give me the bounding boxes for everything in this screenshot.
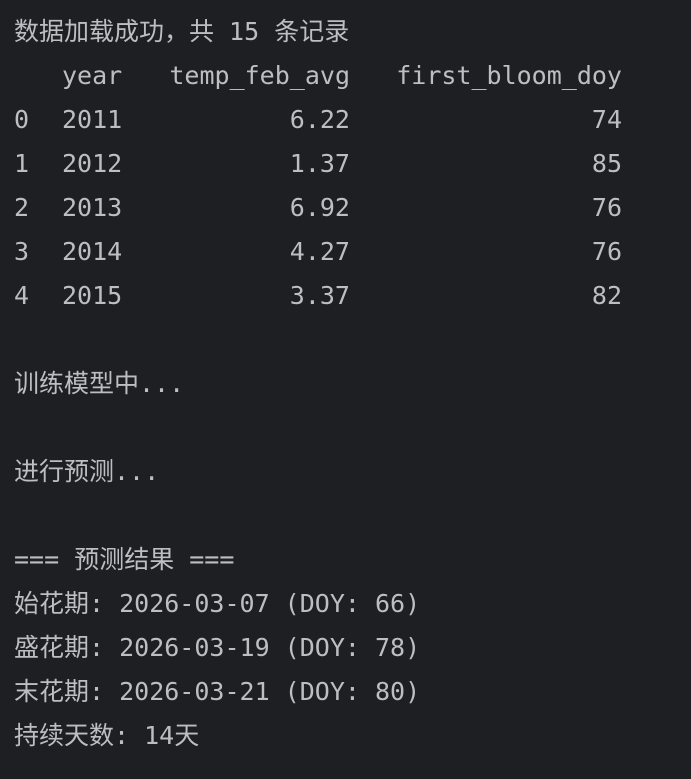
column-header-temp: temp_feb_avg (169, 61, 350, 90)
console-output: 数据加载成功，共 15 条记录 year temp_feb_avg first_… (0, 0, 691, 779)
year-cell: 2013 (62, 193, 123, 222)
table-row: 3 2014 4.27 76 (14, 230, 691, 274)
temp-cell: 4.27 (289, 237, 350, 266)
table-row: 1 2012 1.37 85 (14, 142, 691, 186)
doy-cell: 74 (591, 105, 622, 134)
doy-cell: 76 (591, 237, 622, 266)
training-message: 训练模型中... (14, 369, 185, 398)
table-row: 2 2013 6.92 76 (14, 186, 691, 230)
row-index: 0 (14, 105, 30, 134)
predict-message: 进行预测... (14, 457, 160, 486)
start-bloom-line: 始花期: 2026-03-07 (DOY: 66) (14, 589, 421, 618)
end-bloom-line: 末花期: 2026-03-21 (DOY: 80) (14, 677, 421, 706)
peak-bloom-line: 盛花期: 2026-03-19 (DOY: 78) (14, 633, 421, 662)
year-cell: 2015 (62, 281, 123, 310)
temp-cell: 1.37 (289, 149, 350, 178)
doy-cell: 82 (591, 281, 622, 310)
row-index: 1 (14, 149, 30, 178)
duration-line: 持续天数: 14天 (14, 721, 200, 750)
row-index: 2 (14, 193, 30, 222)
load-message: 数据加载成功，共 15 条记录 (14, 17, 350, 46)
doy-cell: 85 (591, 149, 622, 178)
row-index: 3 (14, 237, 30, 266)
year-cell: 2011 (62, 105, 123, 134)
table-row: 0 2011 6.22 74 (14, 98, 691, 142)
year-cell: 2012 (62, 149, 123, 178)
table-header-row: year temp_feb_avg first_bloom_doy (14, 54, 691, 98)
temp-cell: 6.22 (289, 105, 350, 134)
row-index: 4 (14, 281, 30, 310)
temp-cell: 6.92 (289, 193, 350, 222)
results-header: === 预测结果 === (14, 545, 235, 574)
temp-cell: 3.37 (289, 281, 350, 310)
column-header-year: year (62, 61, 123, 90)
column-header-doy: first_bloom_doy (396, 61, 622, 90)
doy-cell: 76 (591, 193, 622, 222)
year-cell: 2014 (62, 237, 123, 266)
table-row: 4 2015 3.37 82 (14, 274, 691, 318)
